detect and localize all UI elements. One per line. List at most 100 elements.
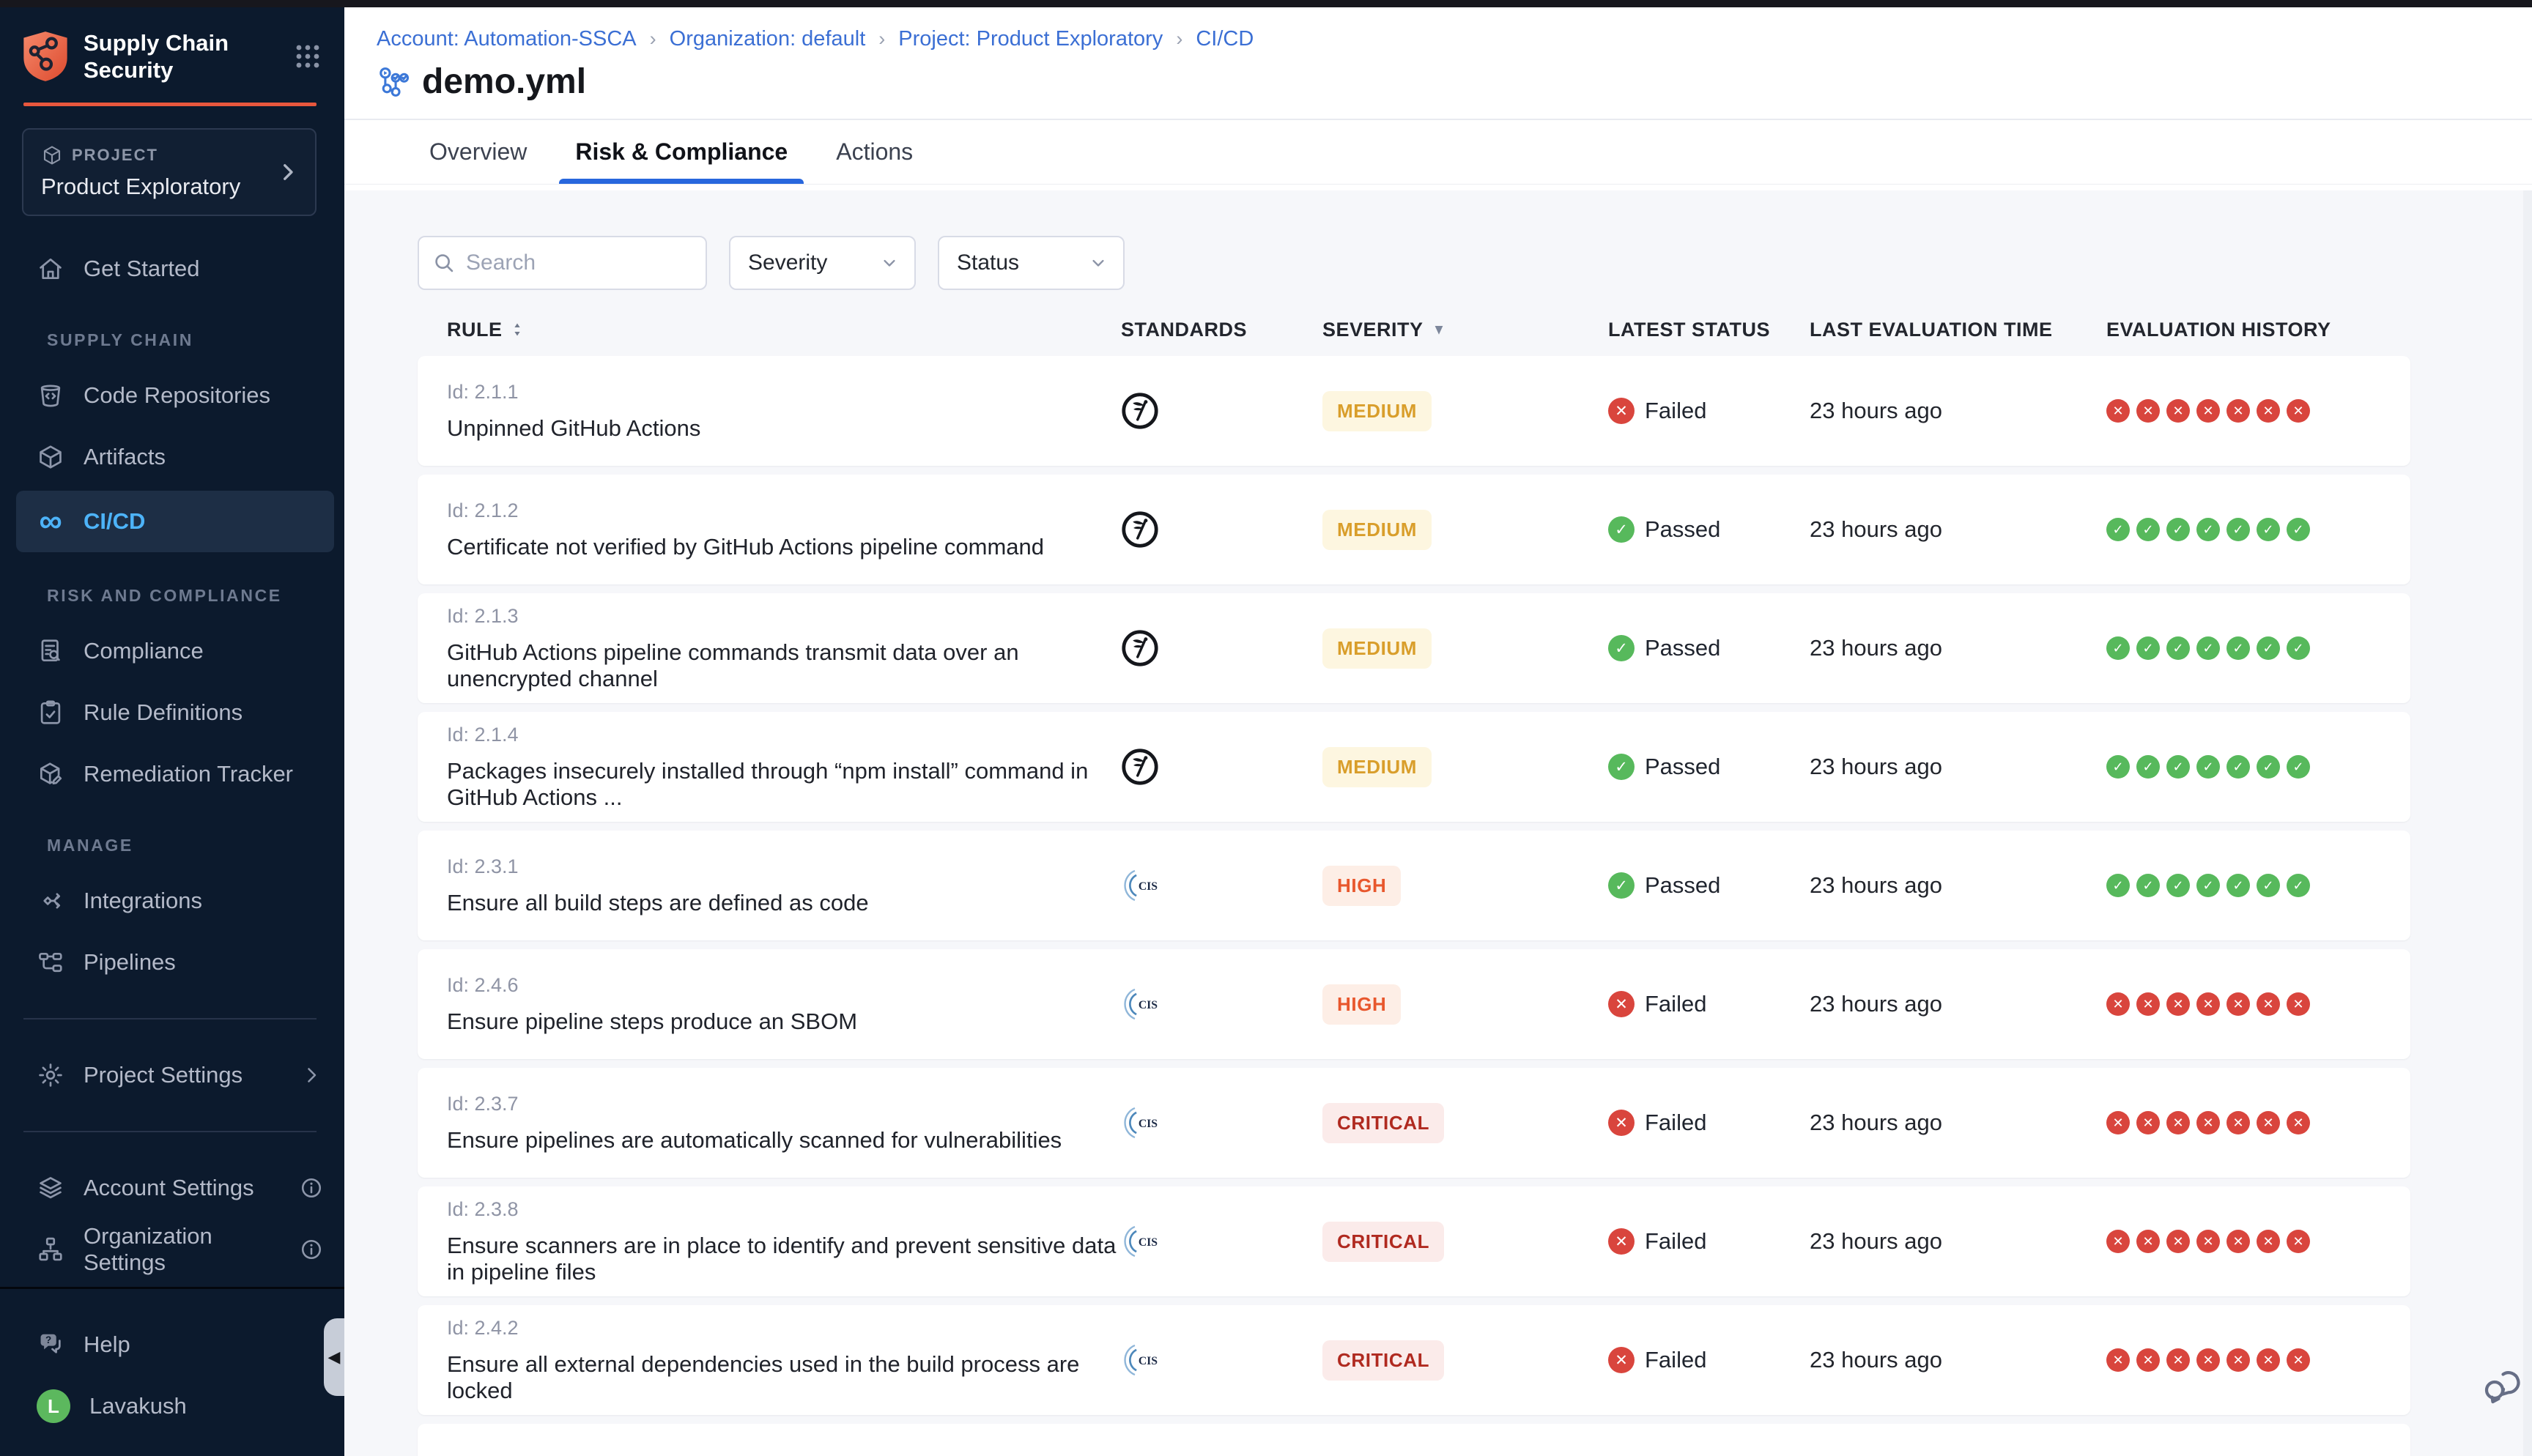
latest-status: ✕ Failed	[1608, 1110, 1810, 1136]
sidebar-item-account-settings[interactable]: Account Settings	[0, 1157, 344, 1219]
sidebar-item-artifacts[interactable]: Artifacts	[0, 426, 344, 488]
latest-status: ✕ Failed	[1608, 1228, 1810, 1255]
owasp-icon	[1121, 392, 1322, 430]
x-circle-icon: ✕	[2226, 992, 2250, 1016]
table-row[interactable]: Id: 2.3.8 Ensure scanners are in place t…	[418, 1186, 2410, 1296]
table-row[interactable]: Id: 2.3.1 Ensure all build steps are def…	[418, 831, 2410, 940]
check-circle-icon: ✓	[2106, 874, 2130, 897]
table-row[interactable]: Id: 3.1.7 CIS CRITICAL ✕ Failed 23 hours…	[418, 1424, 2410, 1456]
check-circle-icon: ✓	[1608, 754, 1635, 780]
x-circle-icon: ✕	[2287, 1111, 2310, 1134]
evaluation-history: ✓✓✓✓✓✓✓	[2106, 755, 2410, 779]
breadcrumb-project[interactable]: Project: Product Exploratory	[898, 26, 1163, 51]
breadcrumb-organization[interactable]: Organization: default	[670, 26, 866, 51]
severity-filter-label: Severity	[748, 250, 827, 275]
column-last-evaluation-time[interactable]: LAST EVALUATION TIME	[1810, 319, 2106, 341]
search-input[interactable]	[419, 237, 706, 289]
table-row[interactable]: Id: 2.4.6 Ensure pipeline steps produce …	[418, 949, 2410, 1059]
sidebar-item-integrations[interactable]: Integrations	[0, 870, 344, 932]
x-circle-icon: ✕	[2166, 1111, 2190, 1134]
column-standards[interactable]: STANDARDS	[1121, 319, 1322, 341]
breadcrumb-account[interactable]: Account: Automation-SSCA	[377, 26, 637, 51]
check-circle-icon: ✓	[2136, 518, 2160, 541]
table-row[interactable]: Id: 2.1.1 Unpinned GitHub Actions MEDIUM…	[418, 356, 2410, 466]
user-menu[interactable]: L Lavakush	[0, 1375, 344, 1437]
table-row[interactable]: Id: 2.1.2 Certificate not verified by Gi…	[418, 475, 2410, 584]
sidebar-item-compliance[interactable]: Compliance	[0, 620, 344, 682]
table-row[interactable]: Id: 2.1.3 GitHub Actions pipeline comman…	[418, 593, 2410, 703]
tab-actions[interactable]: Actions	[830, 120, 919, 184]
column-evaluation-history[interactable]: EVALUATION HISTORY	[2106, 319, 2410, 341]
x-circle-icon: ✕	[2226, 399, 2250, 423]
sidebar-header: Supply ChainSecurity	[0, 7, 344, 101]
table-row[interactable]: Id: 2.4.2 Ensure all external dependenci…	[418, 1305, 2410, 1415]
severity-filter-dropdown[interactable]: Severity	[729, 236, 916, 290]
latest-status: ✓ Passed	[1608, 872, 1810, 899]
status-filter-dropdown[interactable]: Status	[938, 236, 1125, 290]
sidebar-item-project-settings[interactable]: Project Settings	[0, 1044, 344, 1106]
last-evaluation-time: 23 hours ago	[1810, 1347, 2106, 1373]
section-risk-and-compliance: RISK AND COMPLIANCE	[0, 555, 344, 620]
breadcrumb-cicd[interactable]: CI/CD	[1196, 26, 1254, 51]
x-circle-icon: ✕	[2106, 1111, 2130, 1134]
check-circle-icon: ✓	[2196, 636, 2220, 660]
x-circle-icon: ✕	[2287, 1348, 2310, 1372]
sidebar-item-remediation-tracker[interactable]: Remediation Tracker	[0, 743, 344, 805]
cis-icon: CIS	[1121, 1341, 1322, 1379]
project-label: PROJECT	[72, 146, 158, 165]
chevron-right-icon	[275, 160, 300, 185]
cis-icon: CIS	[1121, 1222, 1322, 1260]
column-rule[interactable]: RULE	[447, 319, 1121, 341]
chat-bubbles-icon[interactable]	[2478, 1362, 2526, 1411]
x-circle-icon: ✕	[2257, 1230, 2280, 1253]
svg-text:?: ?	[45, 1334, 51, 1345]
last-evaluation-time: 23 hours ago	[1810, 635, 2106, 661]
cube-icon	[37, 443, 64, 471]
rule-cell: Id: 2.1.3 GitHub Actions pipeline comman…	[447, 605, 1121, 692]
rule-name: Certificate not verified by GitHub Actio…	[447, 534, 1121, 560]
x-circle-icon: ✕	[2257, 992, 2280, 1016]
severity-badge: MEDIUM	[1322, 391, 1432, 431]
tab-overview[interactable]: Overview	[423, 120, 533, 184]
sidebar-item-pipelines[interactable]: Pipelines	[0, 932, 344, 993]
supply-chain-shield-logo	[22, 30, 69, 83]
breadcrumb: Account: Automation-SSCA › Organization:…	[377, 26, 2532, 51]
tab-risk-and-compliance[interactable]: Risk & Compliance	[569, 120, 793, 184]
table-row[interactable]: Id: 2.3.7 Ensure pipelines are automatic…	[418, 1068, 2410, 1178]
sort-icon[interactable]	[511, 321, 523, 338]
sidebar-divider	[23, 1018, 316, 1019]
rule-id: Id: 2.3.8	[447, 1198, 1121, 1221]
last-evaluation-time: 23 hours ago	[1810, 1228, 2106, 1255]
check-circle-icon: ✓	[2287, 874, 2310, 897]
sidebar-item-help[interactable]: ? Help	[0, 1314, 344, 1375]
last-evaluation-time: 23 hours ago	[1810, 1110, 2106, 1136]
sidebar-item-code-repositories[interactable]: Code Repositories	[0, 365, 344, 426]
last-evaluation-time: 23 hours ago	[1810, 872, 2106, 899]
sidebar-item-organization-settings[interactable]: Organization Settings	[0, 1219, 344, 1280]
owasp-icon	[1121, 510, 1322, 549]
info-icon[interactable]	[299, 1175, 324, 1200]
cis-icon: CIS	[1121, 1104, 1322, 1142]
scrollbar-track[interactable]	[2523, 190, 2532, 1456]
sidebar-item-get-started[interactable]: Get Started	[0, 238, 344, 300]
project-selector[interactable]: PROJECT Product Exploratory	[22, 128, 316, 216]
check-circle-icon: ✓	[2166, 755, 2190, 779]
rule-cell: Id: 2.1.1 Unpinned GitHub Actions	[447, 381, 1121, 442]
sidebar-item-cicd[interactable]: ∞ CI/CD	[16, 491, 334, 552]
table-row[interactable]: Id: 2.1.4 Packages insecurely installed …	[418, 712, 2410, 822]
info-icon[interactable]	[299, 1237, 324, 1262]
check-circle-icon: ✓	[2287, 636, 2310, 660]
module-grid-icon[interactable]	[293, 42, 322, 71]
sidebar-footer: ? Help L Lavakush	[0, 1287, 344, 1456]
layers-icon	[37, 1174, 64, 1202]
filter-bar: Severity Status	[418, 236, 2532, 290]
cube-wrench-icon	[37, 760, 64, 788]
column-latest-status[interactable]: LATEST STATUS	[1608, 319, 1810, 341]
evaluation-history: ✕✕✕✕✕✕✕	[2106, 1230, 2410, 1253]
page-title: demo.yml	[422, 63, 586, 101]
column-severity[interactable]: SEVERITY	[1322, 319, 1608, 341]
sidebar-collapse-handle[interactable]: ◀	[324, 1318, 344, 1396]
sidebar-item-rule-definitions[interactable]: Rule Definitions	[0, 682, 344, 743]
risk-compliance-content: Severity Status RULE STANDARDS SEVERITY	[344, 190, 2532, 1456]
code-repository-icon	[37, 382, 64, 409]
